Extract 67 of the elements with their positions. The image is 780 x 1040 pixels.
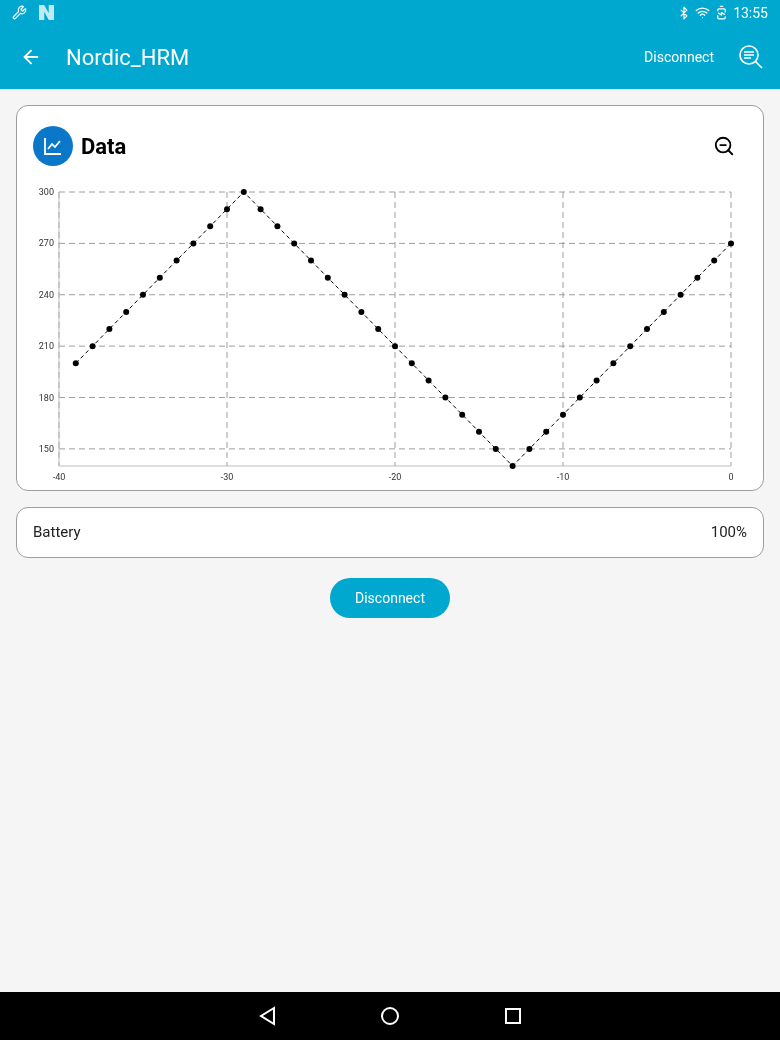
x-tick-label: -10: [556, 472, 570, 482]
battery-value: 100%: [710, 522, 747, 544]
data-point: [711, 257, 718, 264]
disconnect-button[interactable]: Disconnect: [330, 578, 450, 618]
data-point: [156, 274, 163, 281]
data-point: [375, 326, 382, 332]
data-point: [459, 411, 466, 418]
data-point: [593, 377, 600, 384]
data-point: [240, 189, 247, 195]
data-point: [627, 343, 634, 350]
data-point: [140, 291, 146, 298]
data-point: [324, 274, 331, 281]
battery-label: Battery: [33, 522, 81, 544]
wrench-icon: [12, 5, 27, 20]
home-icon[interactable]: [380, 1006, 400, 1026]
recents-icon[interactable]: [504, 1007, 522, 1025]
data-point: [728, 240, 734, 247]
data-point: [207, 223, 214, 230]
y-tick-label: 240: [38, 289, 54, 300]
data-point: [341, 291, 348, 298]
data-point: [106, 326, 113, 332]
x-tick-label: 0: [728, 472, 734, 482]
y-tick-label: 180: [38, 392, 54, 403]
y-tick-label: 300: [38, 187, 54, 197]
data-point: [442, 394, 449, 401]
zoom-out-icon[interactable]: [713, 135, 735, 157]
data-point: [576, 394, 583, 401]
y-tick-label: 270: [38, 238, 54, 249]
data-point: [358, 308, 365, 315]
data-point: [694, 274, 701, 281]
card-title: Data: [81, 132, 127, 161]
data-point: [224, 206, 230, 213]
data-point: [274, 223, 281, 230]
data-point: [408, 360, 415, 367]
chart-icon: [33, 126, 73, 166]
data-point: [492, 445, 499, 452]
disconnect-action[interactable]: Disconnect: [644, 46, 714, 68]
back-icon[interactable]: [258, 1006, 276, 1026]
status-time: 13:55: [733, 3, 768, 23]
x-tick-label: -20: [388, 472, 402, 482]
data-point: [644, 326, 650, 332]
data-point: [257, 206, 264, 213]
data-point: [190, 240, 197, 247]
data-point: [89, 343, 96, 350]
search-icon[interactable]: [738, 44, 764, 70]
wifi-icon: [695, 5, 711, 20]
data-point: [291, 240, 298, 247]
data-point: [308, 257, 314, 264]
data-point: [660, 308, 667, 315]
app-title: Nordic_HRM: [66, 43, 190, 72]
notification-icon: [39, 5, 54, 20]
data-point: [392, 343, 398, 350]
data-point: [543, 428, 550, 435]
data-point: [123, 308, 130, 315]
data-point: [610, 360, 617, 367]
data-point: [173, 257, 180, 264]
data-point: [72, 360, 79, 367]
y-tick-label: 150: [38, 443, 54, 454]
data-point: [509, 463, 516, 469]
data-point: [677, 291, 684, 298]
data-point: [526, 445, 533, 452]
y-tick-label: 210: [38, 341, 54, 352]
data-point: [560, 411, 566, 418]
x-tick-label: -30: [220, 472, 234, 482]
x-tick-label: -40: [52, 472, 66, 482]
data-point: [425, 377, 432, 384]
data-point: [476, 428, 482, 435]
